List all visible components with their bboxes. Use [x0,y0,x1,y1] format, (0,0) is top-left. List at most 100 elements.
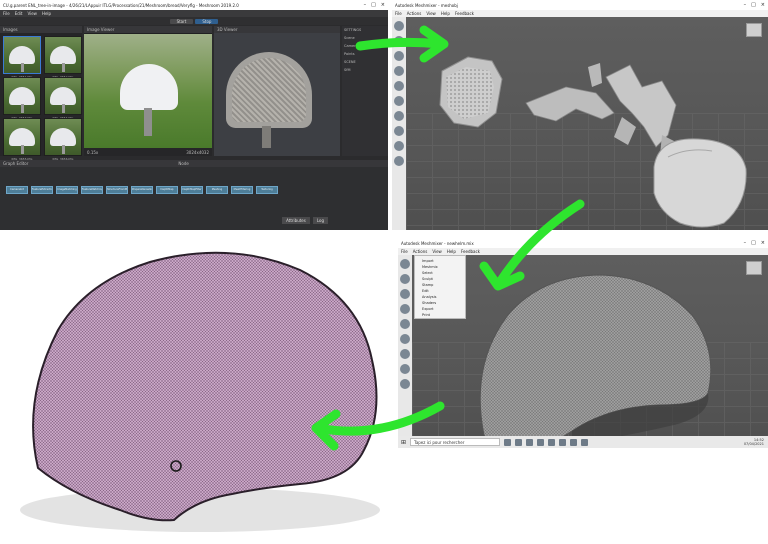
menu-actions[interactable]: Actions [407,11,422,16]
stamp-tool-icon[interactable] [400,319,410,329]
taskbar-clock[interactable]: 14:52 07/04/2021 [744,438,768,446]
edit-tool-icon[interactable] [394,96,404,106]
tab-log[interactable]: Log [312,217,328,224]
mail-icon[interactable] [548,438,556,446]
export-tool-icon[interactable] [394,141,404,151]
analysis-tool-icon[interactable] [400,349,410,359]
helmet-shadow [20,488,380,532]
tool-sidebar [398,255,412,448]
maximize-icon[interactable]: □ [751,2,756,8]
window-controls[interactable]: – □ × [744,240,765,246]
menu-file[interactable]: File [3,11,10,16]
close-icon[interactable]: × [761,2,765,8]
graph-node[interactable]: DepthMap [156,186,178,194]
graph-node[interactable]: FeatureExtraction [31,186,53,194]
print-tool-icon[interactable] [394,156,404,166]
settings-panel: SETTINGS Scene Camera Points SCENE SfM [342,26,388,156]
window-controls[interactable]: – □ × [744,2,765,8]
menu-file[interactable]: File [401,249,408,254]
helmet-photo [84,34,212,148]
menu-file[interactable]: File [395,11,402,16]
graph-editor: Graph Editor Node CameraInit FeatureExtr… [0,160,388,230]
select-tool-icon[interactable] [400,289,410,299]
stamp-tool-icon[interactable] [394,81,404,91]
menu-view[interactable]: View [426,11,436,16]
graph-node[interactable]: StructureFromMotion [106,186,128,194]
graph-node[interactable]: DepthMapFilter [181,186,203,194]
pipeline-nodes: CameraInit FeatureExtraction ImageMatchi… [6,186,278,194]
menu-help[interactable]: Help [441,11,450,16]
stop-button[interactable]: Stop [195,18,219,24]
edit-tool-icon[interactable] [400,334,410,344]
sculpt-tool-icon[interactable] [394,66,404,76]
window-title: Autodesk Meshmixer - meshobj [395,2,458,8]
import-tool-icon[interactable] [394,21,404,31]
windows-start-icon[interactable]: ⊞ [401,439,406,446]
final-helmet-mesh [32,251,378,522]
meshmixer-titlebar: Autodesk Meshmixer - newhelm.mix – □ × [398,238,768,248]
image-thumbnail[interactable]: IMG_3656.JPG [44,118,82,161]
settings-item[interactable]: Camera [344,44,386,48]
minimize-icon[interactable]: – [364,2,367,8]
menu-actions[interactable]: Actions [413,249,428,254]
explorer-icon[interactable] [526,438,534,446]
settings-title: SCENE [344,60,356,64]
meshmixer-viewport[interactable] [406,17,768,230]
graph-node[interactable]: CameraInit [6,186,28,194]
meshmix-tool-icon[interactable] [394,36,404,46]
settings-item[interactable]: Scene [344,36,386,40]
start-button[interactable]: Start [169,18,194,24]
analysis-tool-icon[interactable] [394,111,404,121]
menu-view[interactable]: View [432,249,442,254]
shaders-tool-icon[interactable] [400,364,410,374]
maximize-icon[interactable]: □ [751,240,756,246]
image-thumbnail[interactable]: IMG_3651.JPG [3,36,41,79]
menu-feedback[interactable]: Feedback [455,11,474,16]
graph-node[interactable]: Texturing [256,186,278,194]
window-controls[interactable]: – □ × [364,2,385,8]
graph-node[interactable]: FeatureMatching [81,186,103,194]
graph-editor-header: Graph Editor Node [0,160,388,167]
app-icon[interactable] [570,438,578,446]
close-icon[interactable]: × [381,2,385,8]
taskview-icon[interactable] [504,438,512,446]
graph-node[interactable]: PrepareDenseScene [131,186,153,194]
app-icon[interactable] [559,438,567,446]
menu-feedback[interactable]: Feedback [461,249,480,254]
settings-item[interactable]: SfM [344,68,386,72]
meshmix-tool-icon[interactable] [400,274,410,284]
select-tool-icon[interactable] [394,51,404,61]
menu-edit[interactable]: Edit [15,11,23,16]
store-icon[interactable] [537,438,545,446]
menu-help[interactable]: Help [447,249,456,254]
app-icon[interactable] [581,438,589,446]
edge-icon[interactable] [515,438,523,446]
minimize-icon[interactable]: – [744,2,747,8]
image-thumbnail[interactable]: IMG_3652.JPG [44,36,82,79]
graph-node[interactable]: MeshFiltering [231,186,253,194]
menubar: File Edit View Help [0,10,388,17]
settings-item[interactable]: Points [344,52,386,56]
graph-node[interactable]: Meshing [206,186,228,194]
image-thumbnail[interactable]: IMG_3655.JPG [3,118,41,161]
sculpt-tool-icon[interactable] [400,304,410,314]
minimize-icon[interactable]: – [744,240,747,246]
panel-title: Graph Editor [3,161,29,166]
images-panel: Images IMG_3651.JPG IMG_3652.JPG IMG_365… [0,26,82,161]
image-thumbnail[interactable]: IMG_3653.JPG [3,77,41,120]
menu-help[interactable]: Help [42,11,51,16]
import-tool-icon[interactable] [400,259,410,269]
graph-node[interactable]: ImageMatching [56,186,78,194]
scan-meshes [439,56,747,228]
image-thumbnail[interactable]: IMG_3654.JPG [44,77,82,120]
close-icon[interactable]: × [761,240,765,246]
viewer-3d[interactable]: 3D Viewer [214,26,340,156]
taskbar-search-input[interactable]: Tapez ici pour rechercher [410,438,501,446]
menu-view[interactable]: View [27,11,37,16]
export-tool-icon[interactable] [400,379,410,389]
menu-item[interactable]: Print [417,312,463,318]
shaders-tool-icon[interactable] [394,126,404,136]
tools-dropdown-menu: Import Meshmix Select Sculpt Stamp Edit … [414,255,466,319]
tab-attributes[interactable]: Attributes [282,217,310,224]
maximize-icon[interactable]: □ [371,2,376,8]
